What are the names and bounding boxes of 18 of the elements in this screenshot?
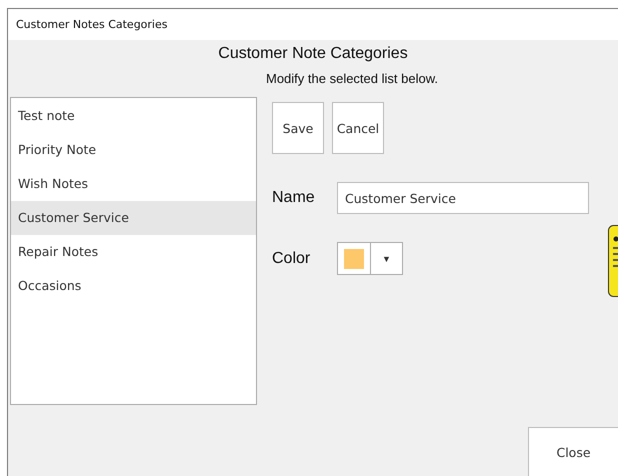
category-item[interactable]: Priority Note	[11, 133, 256, 167]
sticky-tag-icon	[608, 225, 618, 297]
instruction-text: Modify the selected list below.	[265, 70, 439, 86]
category-item[interactable]: Wish Notes	[11, 167, 256, 201]
action-button[interactable]: Save	[272, 102, 324, 154]
dialog-heading: Customer Note Categories	[217, 44, 409, 63]
category-item[interactable]: Test note	[11, 99, 256, 133]
color-label: Color	[272, 250, 312, 268]
dropdown-caret: ▼	[381, 252, 392, 266]
action-button[interactable]: Cancel	[332, 102, 384, 154]
close-button[interactable]: Close	[528, 427, 618, 476]
category-item[interactable]: Customer Service	[11, 201, 256, 235]
window-title: Customer Notes Categories	[16, 18, 168, 31]
name-label: Name	[272, 189, 316, 207]
category-item[interactable]: Occasions	[11, 269, 256, 303]
category-item[interactable]: Repair Notes	[11, 235, 256, 269]
color-picker[interactable]: ▼	[337, 242, 403, 275]
name-field[interactable]: Customer Service	[337, 182, 589, 214]
